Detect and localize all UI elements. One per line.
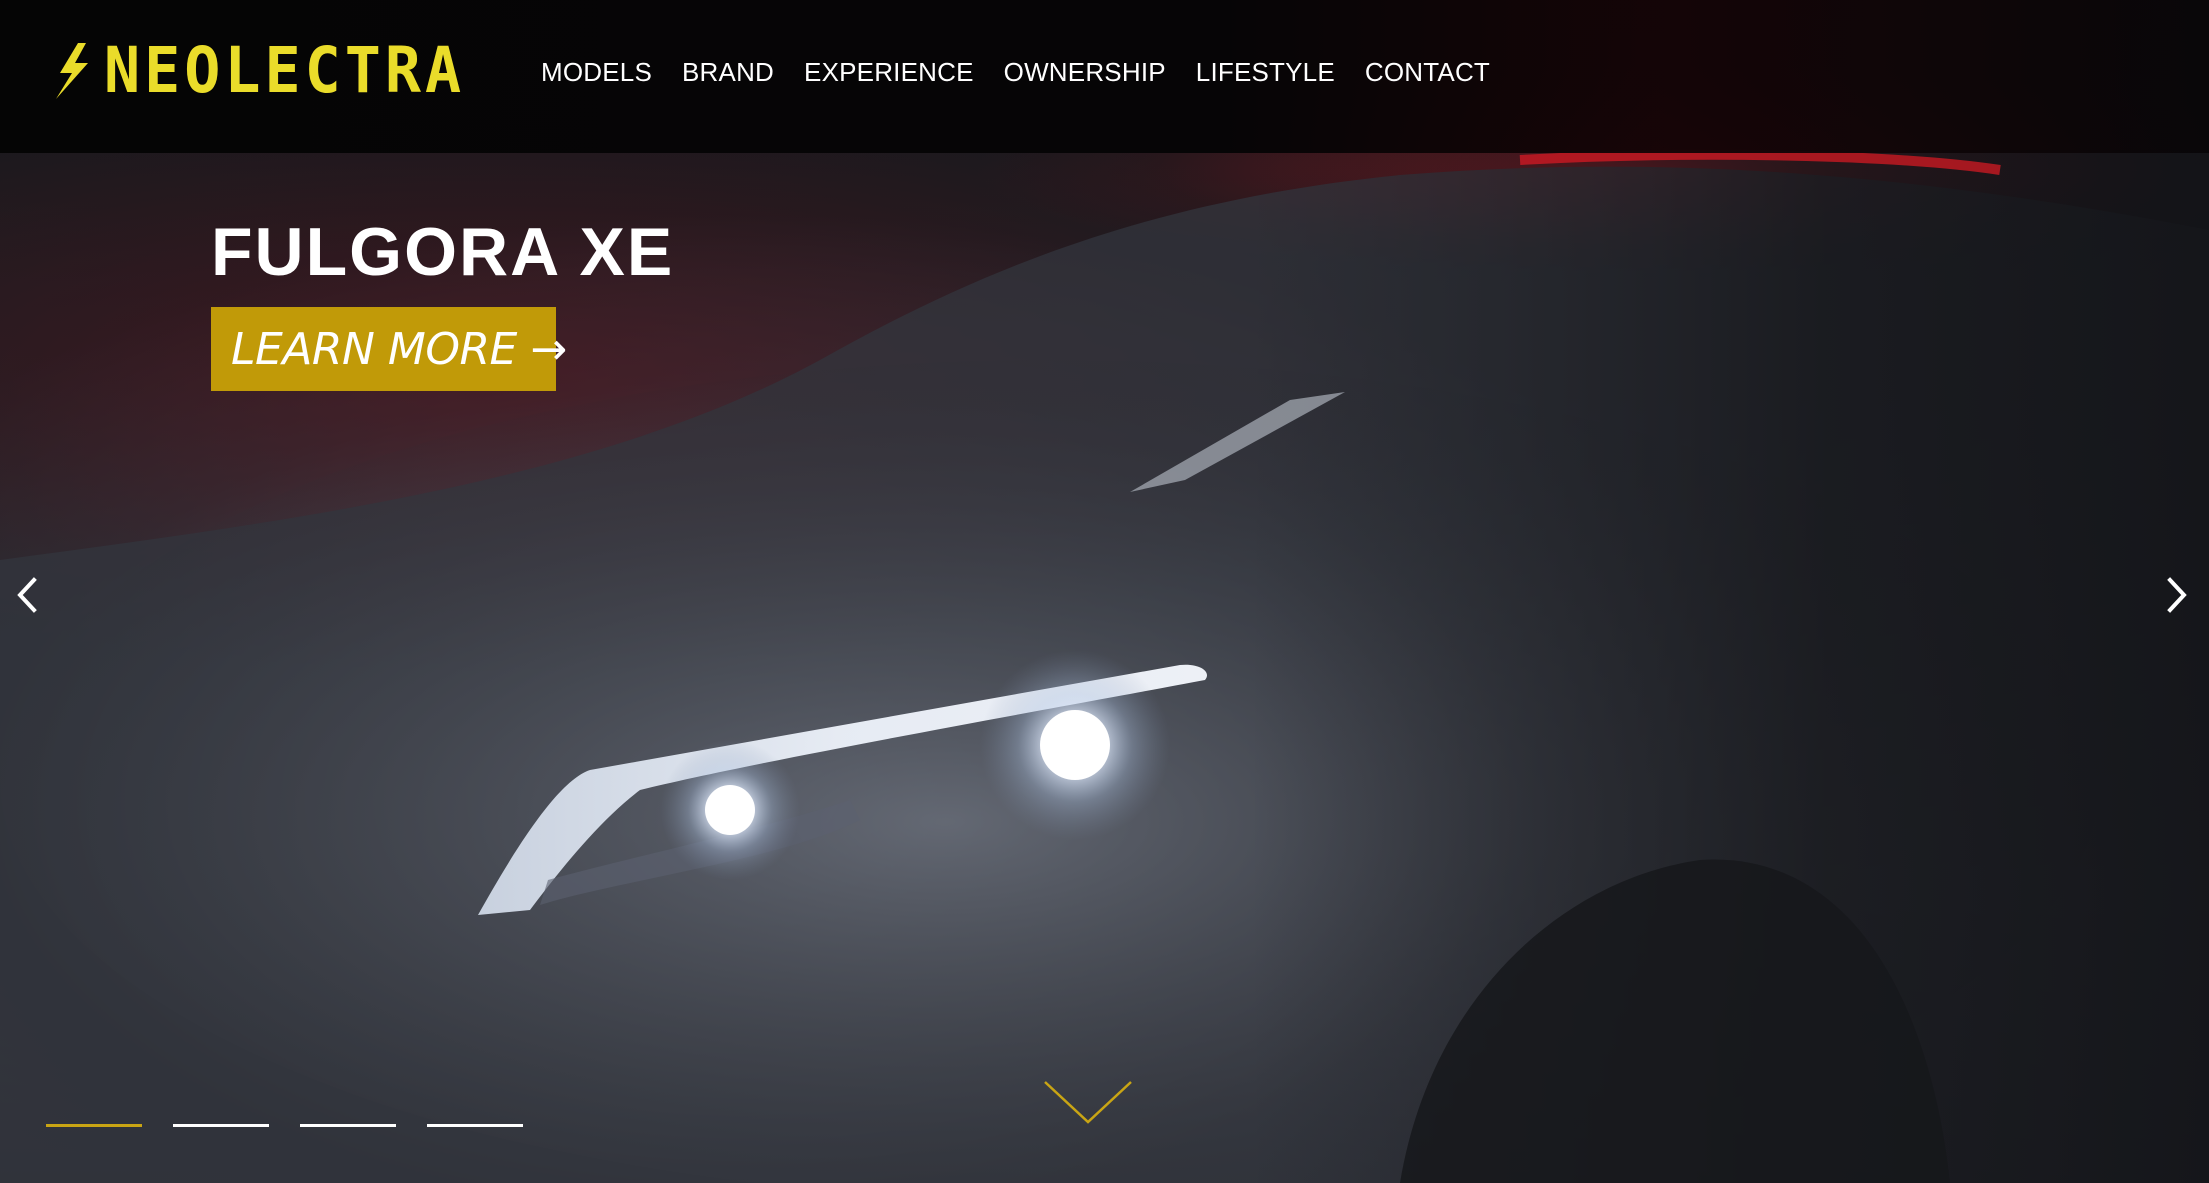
chevron-right-icon — [2167, 577, 2187, 613]
carousel-prev-button[interactable] — [6, 570, 46, 620]
chevron-down-icon — [1044, 1081, 1132, 1124]
nav-item-ownership[interactable]: OWNERSHIP — [1004, 52, 1166, 92]
nav-item-brand[interactable]: BRAND — [682, 52, 774, 92]
brand-logo[interactable]: NEOLECTRA — [52, 34, 466, 108]
slide-indicator-2[interactable] — [173, 1124, 269, 1127]
hero-title: FULGORA XE — [211, 214, 675, 290]
slide-indicators — [46, 1124, 523, 1127]
hero-background-image — [0, 0, 2209, 1183]
nav-item-models[interactable]: MODELS — [541, 52, 652, 92]
slide-indicator-3[interactable] — [300, 1124, 396, 1127]
car-headlight-illustration — [0, 149, 2209, 1183]
site-header: NEOLECTRA MODELS BRAND EXPERIENCE OWNERS… — [0, 0, 2209, 153]
scroll-down-button[interactable] — [1043, 1078, 1133, 1128]
main-navigation: MODELS BRAND EXPERIENCE OWNERSHIP LIFEST… — [541, 52, 1490, 92]
brand-name: NEOLECTRA — [104, 34, 466, 108]
nav-item-lifestyle[interactable]: LIFESTYLE — [1196, 52, 1335, 92]
slide-indicator-1[interactable] — [46, 1124, 142, 1127]
chevron-left-icon — [17, 577, 37, 613]
learn-more-button[interactable]: LEARN MORE → — [211, 307, 567, 391]
carousel-next-button[interactable] — [2158, 570, 2198, 620]
nav-item-experience[interactable]: EXPERIENCE — [804, 52, 974, 92]
nav-item-contact[interactable]: CONTACT — [1365, 52, 1490, 92]
slide-indicator-4[interactable] — [427, 1124, 523, 1127]
page: NEOLECTRA MODELS BRAND EXPERIENCE OWNERS… — [0, 0, 2209, 1183]
lightning-bolt-icon — [56, 43, 88, 99]
